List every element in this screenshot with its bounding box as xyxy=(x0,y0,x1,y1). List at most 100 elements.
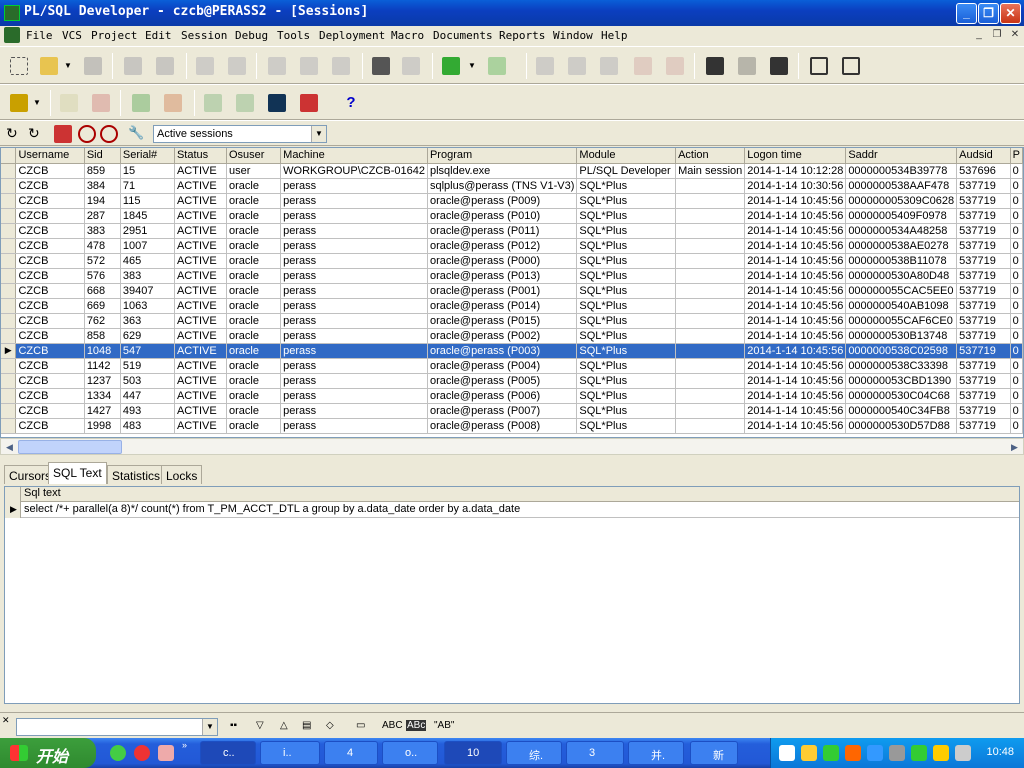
table-cell[interactable]: CZCB xyxy=(15,418,85,434)
table-cell[interactable]: 2014-1-14 10:45:56 xyxy=(744,388,847,404)
menu-edit[interactable]: Edit xyxy=(145,29,172,42)
tray-icon[interactable] xyxy=(801,745,817,761)
table-cell[interactable] xyxy=(675,373,746,389)
table-cell[interactable]: 483 xyxy=(120,418,175,434)
table-cell[interactable]: 2951 xyxy=(120,223,175,239)
table-cell[interactable]: 0 xyxy=(1010,343,1023,359)
table-cell[interactable]: 1334 xyxy=(84,388,121,404)
table-cell[interactable]: ACTIVE xyxy=(174,358,227,374)
table-cell[interactable]: oracle xyxy=(226,238,282,254)
tray-icon[interactable] xyxy=(779,745,795,761)
table-cell[interactable]: 1845 xyxy=(120,208,175,224)
table-cell[interactable]: CZCB xyxy=(15,373,85,389)
table-cell[interactable]: 629 xyxy=(120,328,175,344)
table-cell[interactable]: ACTIVE xyxy=(174,298,227,314)
table-cell[interactable]: oracle@perass (P009) xyxy=(427,193,578,209)
table-cell[interactable]: oracle@perass (P007) xyxy=(427,403,578,419)
table-cell[interactable]: 0 xyxy=(1010,253,1023,269)
column-header[interactable]: Logon time xyxy=(744,148,847,164)
table-cell[interactable]: 0000000538AAF478 xyxy=(845,178,958,194)
table-row[interactable]: CZCB 1142 519 ACTIVE oracle perass oracle@pera… xyxy=(1,358,1023,374)
table-cell[interactable]: ACTIVE xyxy=(174,343,227,359)
close-findbar-icon[interactable]: ✕ xyxy=(2,715,10,726)
quicklaunch-icon[interactable] xyxy=(110,745,126,761)
table-cell[interactable]: 0000000540AB1098 xyxy=(845,298,958,314)
table-cell[interactable]: user xyxy=(226,163,282,179)
logon-icon[interactable] xyxy=(268,94,286,112)
table-cell[interactable]: perass xyxy=(280,418,428,434)
table-cell[interactable]: ACTIVE xyxy=(174,388,227,404)
menu-file[interactable]: File xyxy=(26,29,53,42)
table-cell[interactable]: 537719 xyxy=(956,298,1011,314)
scroll-thumb[interactable] xyxy=(18,440,122,454)
paste-icon[interactable] xyxy=(332,57,350,75)
table-cell[interactable]: oracle xyxy=(226,268,282,284)
print-preview-icon[interactable] xyxy=(156,57,174,75)
table-cell[interactable]: perass xyxy=(280,388,428,404)
table-cell[interactable]: 2014-1-14 10:45:56 xyxy=(744,283,847,299)
table-row[interactable]: CZCB 1998 483 ACTIVE oracle perass oracle@pera… xyxy=(1,418,1023,434)
table-cell[interactable] xyxy=(675,328,746,344)
table-cell[interactable]: 537696 xyxy=(956,163,1011,179)
table-row[interactable]: CZCB 668 39407 ACTIVE oracle perass oracle@per… xyxy=(1,283,1023,299)
menu-window[interactable]: Window xyxy=(553,29,593,42)
undo-icon[interactable] xyxy=(196,57,214,75)
quicklaunch-icon[interactable] xyxy=(158,745,174,761)
mdi-close-icon[interactable]: ✕ xyxy=(1008,29,1022,41)
rollback-icon[interactable] xyxy=(164,94,182,112)
find-replace-icon[interactable] xyxy=(402,57,420,75)
table-cell[interactable]: perass xyxy=(280,358,428,374)
table-cell[interactable]: 2014-1-14 10:45:56 xyxy=(744,208,847,224)
table-cell[interactable] xyxy=(675,238,746,254)
menu-documents[interactable]: Documents xyxy=(433,29,493,42)
table-cell[interactable]: CZCB xyxy=(15,328,85,344)
table-cell[interactable]: 383 xyxy=(84,223,121,239)
table-cell[interactable]: 1063 xyxy=(120,298,175,314)
minimize-button[interactable]: _ xyxy=(956,3,977,24)
column-header[interactable]: Saddr xyxy=(845,148,958,164)
sql-text-value[interactable]: select /*+ parallel(a 8)*/ count(*) from… xyxy=(21,503,1019,518)
table-cell[interactable]: ACTIVE xyxy=(174,193,227,209)
table-cell[interactable]: CZCB xyxy=(15,163,85,179)
table-cell[interactable]: 537719 xyxy=(956,268,1011,284)
menu-vcs[interactable]: VCS xyxy=(62,29,82,42)
table-cell[interactable]: SQL*Plus xyxy=(576,373,677,389)
table-cell[interactable]: 668 xyxy=(84,283,121,299)
scroll-right-icon[interactable]: ▶ xyxy=(1007,440,1022,454)
tab-locks[interactable]: Locks xyxy=(161,465,203,484)
table-cell[interactable]: 115 xyxy=(120,193,175,209)
whole-word-toggle[interactable]: ABc xyxy=(406,720,427,731)
table-cell[interactable]: PL/SQL Developer xyxy=(576,163,677,179)
table-cell[interactable]: 493 xyxy=(120,403,175,419)
table-cell[interactable]: 384 xyxy=(84,178,121,194)
table-cell[interactable]: oracle xyxy=(226,178,282,194)
table-cell[interactable]: 000000053CBD1390 xyxy=(845,373,958,389)
table-cell[interactable]: 2014-1-14 10:45:56 xyxy=(744,238,847,254)
table-cell[interactable]: 1007 xyxy=(120,238,175,254)
session-trace-icon[interactable] xyxy=(770,57,788,75)
table-cell[interactable]: CZCB xyxy=(15,208,85,224)
copy-icon[interactable] xyxy=(300,57,318,75)
print-icon[interactable] xyxy=(124,57,142,75)
table-cell[interactable]: ACTIVE xyxy=(174,208,227,224)
table-cell[interactable]: 2014-1-14 10:45:56 xyxy=(744,223,847,239)
table-row[interactable]: CZCB 858 629 ACTIVE oracle perass oracle@peras… xyxy=(1,328,1023,344)
case-sensitive-toggle[interactable]: ABC xyxy=(382,720,403,731)
table-cell[interactable]: oracle@perass (P014) xyxy=(427,298,578,314)
table-cell[interactable]: oracle@perass (P013) xyxy=(427,268,578,284)
redo-icon[interactable] xyxy=(228,57,246,75)
table-row[interactable]: CZCB 1237 503 ACTIVE oracle perass oracle@pera… xyxy=(1,373,1023,389)
maximize-button[interactable]: ❐ xyxy=(978,3,999,24)
table-cell[interactable]: oracle@perass (P011) xyxy=(427,223,578,239)
table-row[interactable]: CZCB 762 363 ACTIVE oracle perass oracle@peras… xyxy=(1,313,1023,329)
table-cell[interactable]: WORKGROUP\CZCB-01642 xyxy=(280,163,428,179)
table-cell[interactable]: 859 xyxy=(84,163,121,179)
table-cell[interactable]: 2014-1-14 10:45:56 xyxy=(744,403,847,419)
tile-windows-icon[interactable] xyxy=(842,57,860,75)
menu-help[interactable]: Help xyxy=(601,29,628,42)
table-cell[interactable]: SQL*Plus xyxy=(576,343,677,359)
table-cell[interactable]: ACTIVE xyxy=(174,283,227,299)
table-cell[interactable]: 537719 xyxy=(956,328,1011,344)
table-cell[interactable]: 39407 xyxy=(120,283,175,299)
table-cell[interactable]: 2014-1-14 10:12:28 xyxy=(744,163,847,179)
